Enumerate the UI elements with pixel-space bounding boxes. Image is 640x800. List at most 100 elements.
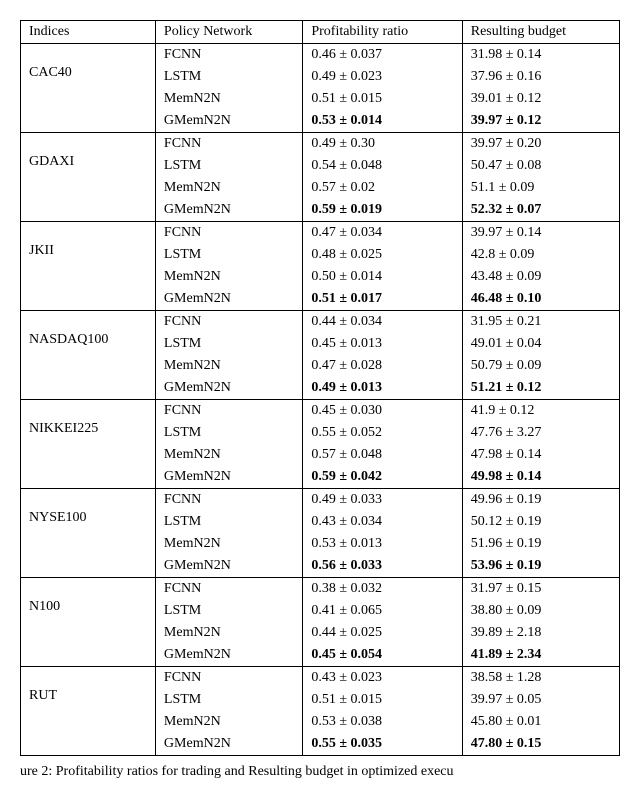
budget-cell: 38.80 ± 0.09 xyxy=(462,600,619,622)
table-row: RUTFCNN0.43 ± 0.02338.58 ± 1.28 xyxy=(21,667,620,690)
index-label: N100 xyxy=(29,581,147,615)
budget-cell: 39.01 ± 0.12 xyxy=(462,88,619,110)
index-cell: N100 xyxy=(21,578,156,667)
profit-cell: 0.51 ± 0.015 xyxy=(303,689,462,711)
policy-cell: MemN2N xyxy=(155,88,302,110)
profit-cell: 0.41 ± 0.065 xyxy=(303,600,462,622)
budget-cell: 46.48 ± 0.10 xyxy=(462,288,619,311)
policy-cell: FCNN xyxy=(155,222,302,245)
profit-cell: 0.59 ± 0.019 xyxy=(303,199,462,222)
policy-cell: GMemN2N xyxy=(155,644,302,667)
policy-cell: LSTM xyxy=(155,155,302,177)
budget-cell: 43.48 ± 0.09 xyxy=(462,266,619,288)
table-row: NYSE100FCNN0.49 ± 0.03349.96 ± 0.19 xyxy=(21,489,620,512)
profit-cell: 0.45 ± 0.013 xyxy=(303,333,462,355)
profit-cell: 0.56 ± 0.033 xyxy=(303,555,462,578)
profit-cell: 0.51 ± 0.015 xyxy=(303,88,462,110)
profit-cell: 0.38 ± 0.032 xyxy=(303,578,462,601)
profit-cell: 0.51 ± 0.017 xyxy=(303,288,462,311)
profit-cell: 0.44 ± 0.025 xyxy=(303,622,462,644)
budget-cell: 53.96 ± 0.19 xyxy=(462,555,619,578)
profit-cell: 0.57 ± 0.048 xyxy=(303,444,462,466)
policy-cell: FCNN xyxy=(155,489,302,512)
budget-cell: 49.01 ± 0.04 xyxy=(462,333,619,355)
policy-cell: MemN2N xyxy=(155,622,302,644)
index-label: RUT xyxy=(29,670,147,704)
profit-cell: 0.43 ± 0.034 xyxy=(303,511,462,533)
table-row: JKIIFCNN0.47 ± 0.03439.97 ± 0.14 xyxy=(21,222,620,245)
profit-cell: 0.49 ± 0.013 xyxy=(303,377,462,400)
policy-cell: LSTM xyxy=(155,689,302,711)
profit-cell: 0.45 ± 0.054 xyxy=(303,644,462,667)
policy-cell: LSTM xyxy=(155,600,302,622)
policy-cell: FCNN xyxy=(155,400,302,423)
policy-cell: MemN2N xyxy=(155,444,302,466)
profit-cell: 0.50 ± 0.014 xyxy=(303,266,462,288)
budget-cell: 31.97 ± 0.15 xyxy=(462,578,619,601)
policy-cell: LSTM xyxy=(155,244,302,266)
table-body: CAC40FCNN0.46 ± 0.03731.98 ± 0.14LSTM0.4… xyxy=(21,44,620,756)
table-row: GDAXIFCNN0.49 ± 0.3039.97 ± 0.20 xyxy=(21,133,620,156)
budget-cell: 47.98 ± 0.14 xyxy=(462,444,619,466)
index-label: NIKKEI225 xyxy=(29,403,147,437)
policy-cell: MemN2N xyxy=(155,177,302,199)
index-label: NASDAQ100 xyxy=(29,314,147,348)
profit-cell: 0.54 ± 0.048 xyxy=(303,155,462,177)
policy-cell: GMemN2N xyxy=(155,466,302,489)
profit-cell: 0.59 ± 0.042 xyxy=(303,466,462,489)
budget-cell: 50.47 ± 0.08 xyxy=(462,155,619,177)
budget-cell: 31.98 ± 0.14 xyxy=(462,44,619,67)
profit-cell: 0.49 ± 0.023 xyxy=(303,66,462,88)
profit-cell: 0.43 ± 0.023 xyxy=(303,667,462,690)
index-cell: NYSE100 xyxy=(21,489,156,578)
budget-cell: 50.12 ± 0.19 xyxy=(462,511,619,533)
policy-cell: GMemN2N xyxy=(155,110,302,133)
policy-cell: MemN2N xyxy=(155,711,302,733)
budget-cell: 41.89 ± 2.34 xyxy=(462,644,619,667)
index-cell: NIKKEI225 xyxy=(21,400,156,489)
index-cell: GDAXI xyxy=(21,133,156,222)
policy-cell: MemN2N xyxy=(155,355,302,377)
budget-cell: 50.79 ± 0.09 xyxy=(462,355,619,377)
index-label: JKII xyxy=(29,225,147,259)
index-cell: NASDAQ100 xyxy=(21,311,156,400)
profit-cell: 0.47 ± 0.028 xyxy=(303,355,462,377)
profit-cell: 0.47 ± 0.034 xyxy=(303,222,462,245)
policy-cell: GMemN2N xyxy=(155,199,302,222)
policy-cell: FCNN xyxy=(155,133,302,156)
table-row: N100FCNN0.38 ± 0.03231.97 ± 0.15 xyxy=(21,578,620,601)
profit-cell: 0.53 ± 0.013 xyxy=(303,533,462,555)
budget-cell: 39.89 ± 2.18 xyxy=(462,622,619,644)
header-policy: Policy Network xyxy=(155,21,302,44)
profit-cell: 0.49 ± 0.033 xyxy=(303,489,462,512)
policy-cell: LSTM xyxy=(155,422,302,444)
budget-cell: 51.1 ± 0.09 xyxy=(462,177,619,199)
policy-cell: FCNN xyxy=(155,311,302,334)
policy-cell: FCNN xyxy=(155,44,302,67)
policy-cell: GMemN2N xyxy=(155,377,302,400)
profit-cell: 0.44 ± 0.034 xyxy=(303,311,462,334)
budget-cell: 51.21 ± 0.12 xyxy=(462,377,619,400)
header-row: Indices Policy Network Profitability rat… xyxy=(21,21,620,44)
profit-cell: 0.55 ± 0.035 xyxy=(303,733,462,756)
budget-cell: 39.97 ± 0.12 xyxy=(462,110,619,133)
budget-cell: 45.80 ± 0.01 xyxy=(462,711,619,733)
policy-cell: GMemN2N xyxy=(155,733,302,756)
policy-cell: LSTM xyxy=(155,333,302,355)
profit-cell: 0.46 ± 0.037 xyxy=(303,44,462,67)
profit-cell: 0.53 ± 0.038 xyxy=(303,711,462,733)
results-table: Indices Policy Network Profitability rat… xyxy=(20,20,620,756)
policy-cell: MemN2N xyxy=(155,533,302,555)
profit-cell: 0.57 ± 0.02 xyxy=(303,177,462,199)
header-indices: Indices xyxy=(21,21,156,44)
budget-cell: 41.9 ± 0.12 xyxy=(462,400,619,423)
budget-cell: 42.8 ± 0.09 xyxy=(462,244,619,266)
figure-caption: ure 2: Profitability ratios for trading … xyxy=(20,764,620,780)
policy-cell: MemN2N xyxy=(155,266,302,288)
policy-cell: FCNN xyxy=(155,578,302,601)
index-cell: JKII xyxy=(21,222,156,311)
profit-cell: 0.53 ± 0.014 xyxy=(303,110,462,133)
policy-cell: FCNN xyxy=(155,667,302,690)
budget-cell: 49.96 ± 0.19 xyxy=(462,489,619,512)
budget-cell: 39.97 ± 0.14 xyxy=(462,222,619,245)
